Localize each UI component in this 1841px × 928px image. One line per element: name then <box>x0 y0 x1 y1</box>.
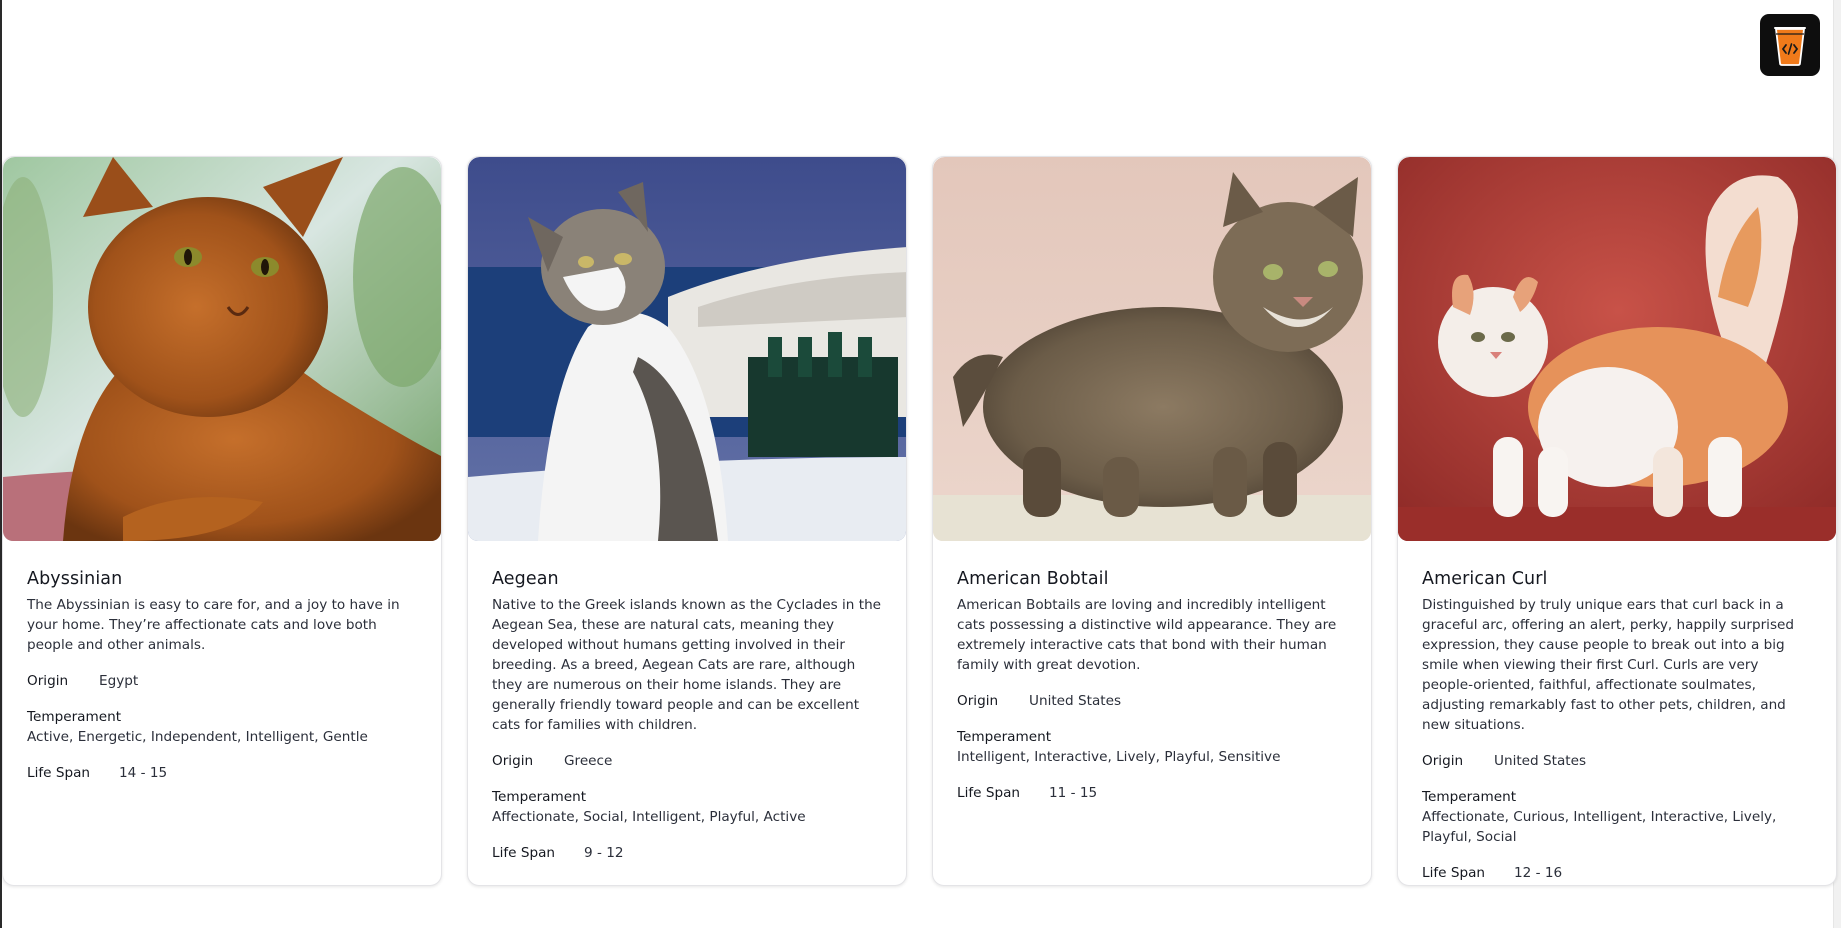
breed-description: Distinguished by truly unique ears that … <box>1422 597 1795 733</box>
temperament-label: Temperament <box>27 709 122 725</box>
breed-card-grid: Abyssinian The Abyssinian is easy to car… <box>2 156 1837 886</box>
temperament-label: Temperament <box>492 789 587 805</box>
origin-label: Origin <box>957 693 999 709</box>
breed-description: Native to the Greek islands known as the… <box>492 597 882 733</box>
temperament-label: Temperament <box>957 729 1052 745</box>
origin-label: Origin <box>492 753 534 769</box>
breed-name: American Curl <box>1422 569 1548 589</box>
life-span-row: Life Span 12 - 16 <box>1422 863 1812 883</box>
life-span-row: Life Span 9 - 12 <box>492 843 882 863</box>
breed-photo <box>1398 157 1836 541</box>
life-span-value: 11 - 15 <box>1049 785 1098 801</box>
breed-photo <box>933 157 1371 541</box>
life-span-value: 14 - 15 <box>119 765 168 781</box>
origin-value: United States <box>1029 693 1122 709</box>
temperament-value: Active, Energetic, Independent, Intellig… <box>27 729 368 745</box>
life-span-value: 12 - 16 <box>1514 865 1563 881</box>
origin-row: Origin Greece <box>492 751 882 771</box>
breed-description: American Bobtails are loving and incredi… <box>957 597 1337 673</box>
temperament-block: Temperament Affectionate, Social, Intell… <box>492 787 882 827</box>
breed-name: Abyssinian <box>27 569 123 589</box>
breed-name: Aegean <box>492 569 559 589</box>
origin-row: Origin Egypt <box>27 671 417 691</box>
temperament-block: Temperament Intelligent, Interactive, Li… <box>957 727 1347 767</box>
life-span-label: Life Span <box>27 765 91 781</box>
temperament-value: Intelligent, Interactive, Lively, Playfu… <box>957 749 1281 765</box>
breed-name: American Bobtail <box>957 569 1109 589</box>
app-logo-button[interactable] <box>1760 14 1820 76</box>
life-span-label: Life Span <box>1422 865 1486 881</box>
origin-label: Origin <box>27 673 69 689</box>
breed-photo <box>468 157 906 541</box>
breed-card[interactable]: Aegean Native to the Greek islands known… <box>467 156 907 886</box>
breed-card[interactable]: Abyssinian The Abyssinian is easy to car… <box>2 156 442 886</box>
origin-row: Origin United States <box>1422 751 1812 771</box>
origin-value: Greece <box>564 753 613 769</box>
origin-label: Origin <box>1422 753 1464 769</box>
breed-photo <box>3 157 441 541</box>
life-span-label: Life Span <box>957 785 1021 801</box>
origin-row: Origin United States <box>957 691 1347 711</box>
life-span-row: Life Span 14 - 15 <box>27 763 417 783</box>
breed-description: The Abyssinian is easy to care for, and … <box>27 597 400 653</box>
temperament-value: Affectionate, Social, Intelligent, Playf… <box>492 809 806 825</box>
life-span-label: Life Span <box>492 845 556 861</box>
orange-cup-code-icon <box>1774 27 1806 66</box>
temperament-block: Temperament Affectionate, Curious, Intel… <box>1422 787 1812 847</box>
origin-value: Egypt <box>99 673 139 689</box>
breed-card[interactable]: American Bobtail American Bobtails are l… <box>932 156 1372 886</box>
life-span-value: 9 - 12 <box>584 845 624 861</box>
origin-value: United States <box>1494 753 1587 769</box>
temperament-label: Temperament <box>1422 789 1517 805</box>
breed-card[interactable]: American Curl Distinguished by truly uni… <box>1397 156 1837 886</box>
life-span-row: Life Span 11 - 15 <box>957 783 1347 803</box>
temperament-value: Affectionate, Curious, Intelligent, Inte… <box>1422 809 1777 845</box>
temperament-block: Temperament Active, Energetic, Independe… <box>27 707 417 747</box>
